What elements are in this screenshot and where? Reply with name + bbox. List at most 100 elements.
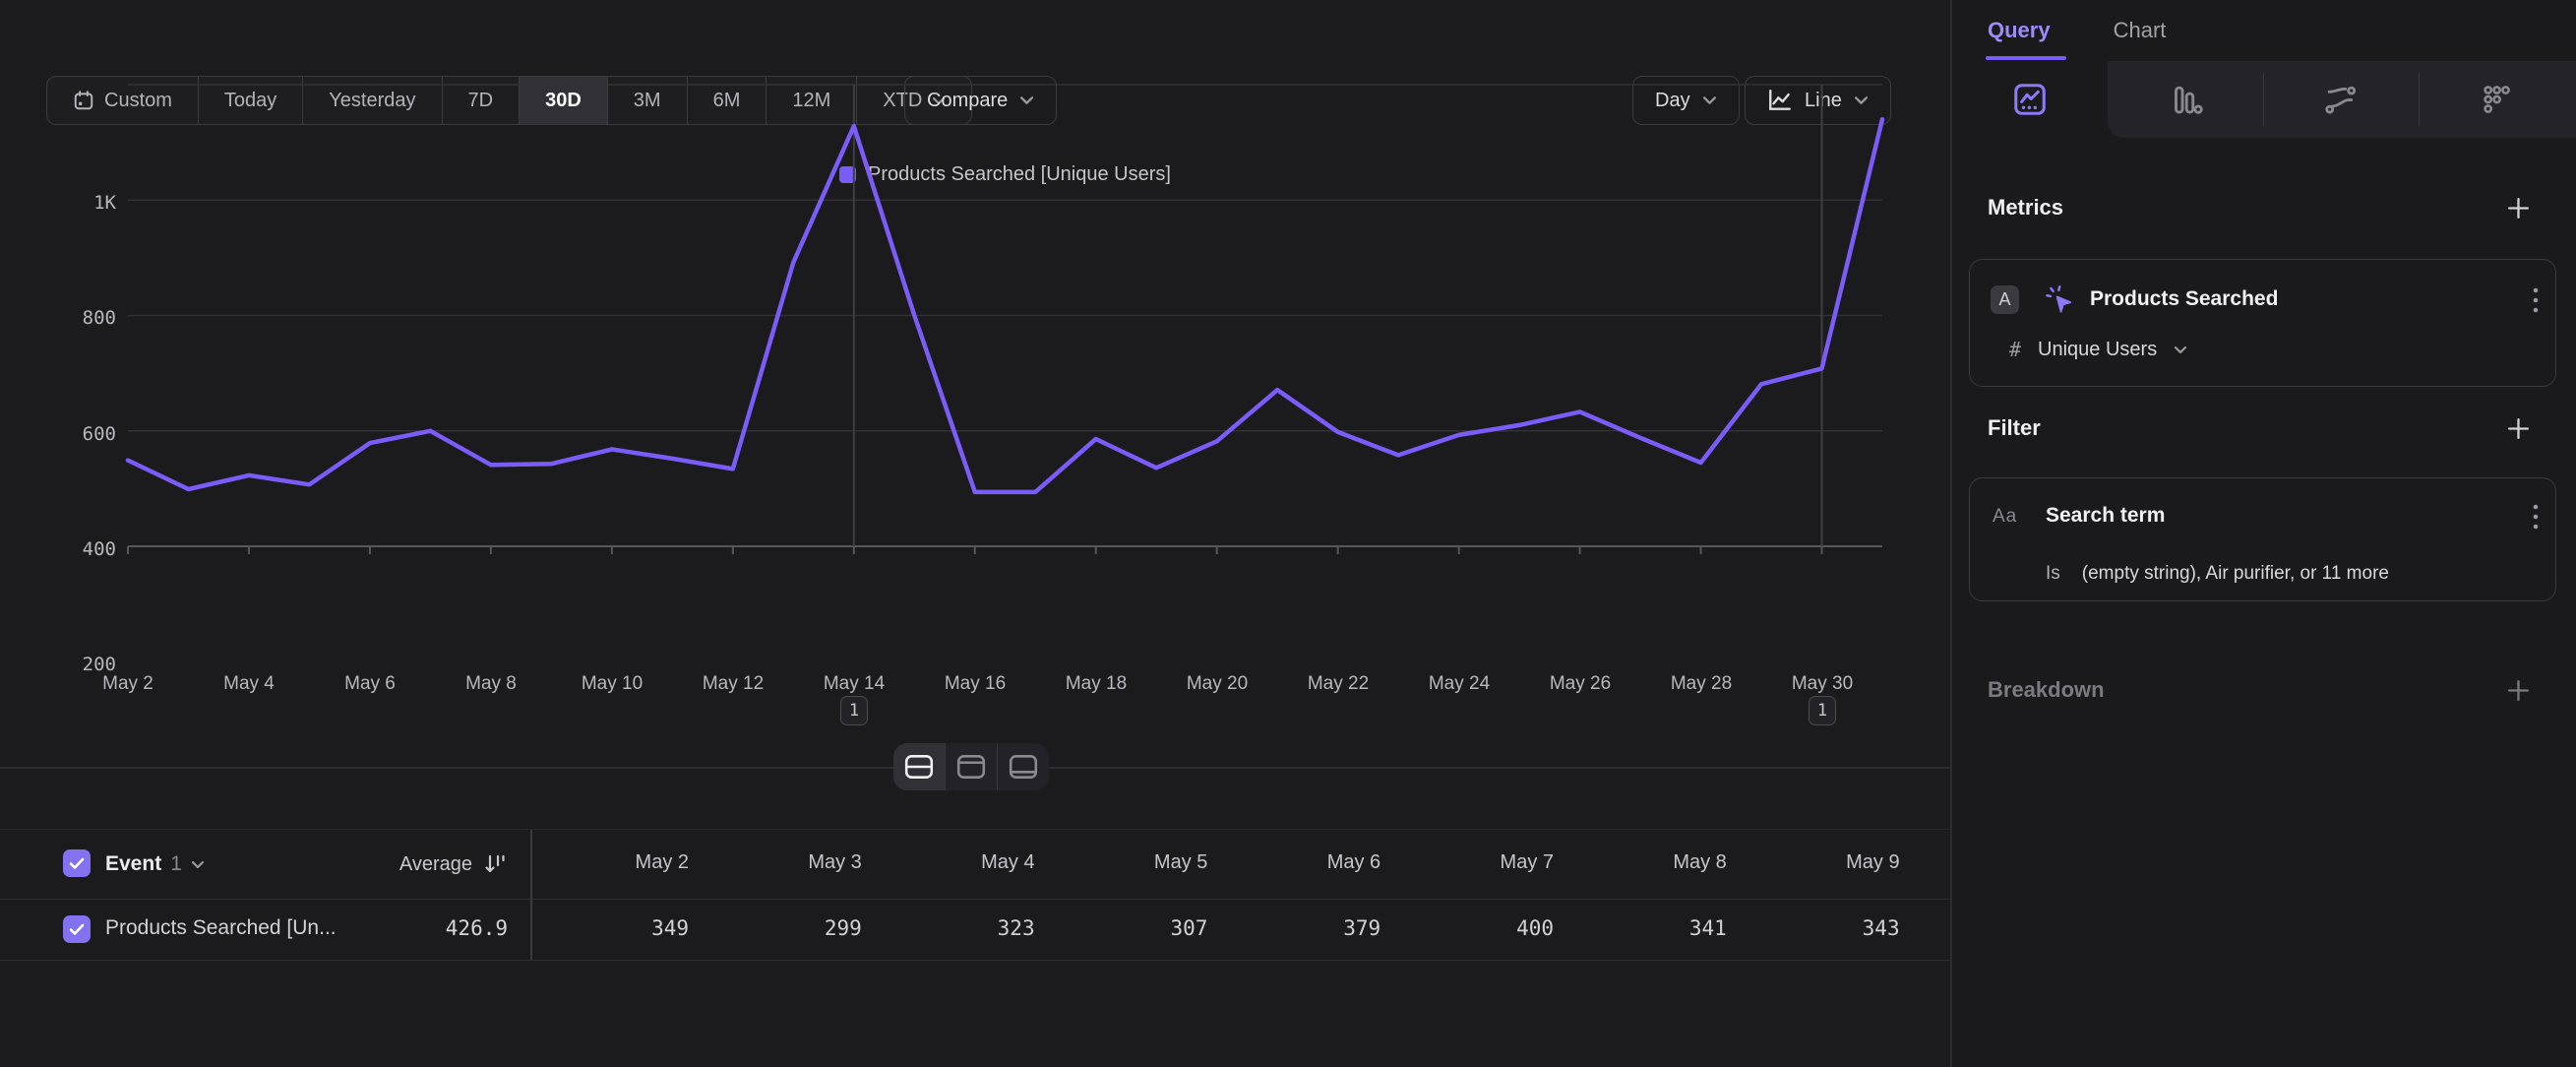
y-axis-label: 200 xyxy=(57,654,116,675)
layout-toggle-split-view[interactable] xyxy=(893,743,946,790)
filter-header: Filter xyxy=(1988,415,2041,441)
event-header-label: Event xyxy=(105,852,161,876)
chart-type-tab-insights-line[interactable] xyxy=(1952,61,2108,138)
main-panel: CustomTodayYesterday7D30D3M6M12MXTD Comp… xyxy=(0,0,1950,1067)
tab-strip-divider xyxy=(2263,73,2264,126)
add-filter-button[interactable] xyxy=(2503,413,2533,443)
chart-type-tab-flow[interactable] xyxy=(2263,61,2419,138)
metric-kebab-menu[interactable] xyxy=(2528,285,2544,315)
y-axis-label: 800 xyxy=(57,307,116,329)
layout-toggle-chart-only-view[interactable] xyxy=(946,743,998,790)
add-metric-button[interactable] xyxy=(2503,193,2533,222)
table-only-view-icon xyxy=(1008,753,1039,781)
table-date-header[interactable]: May 2 xyxy=(551,851,689,874)
table-top-border xyxy=(0,829,1950,830)
table-cell-value: 341 xyxy=(1589,916,1727,940)
retention-grid-icon xyxy=(2478,81,2515,118)
annotation-badge[interactable]: 1 xyxy=(840,696,868,725)
x-axis-label: May 10 xyxy=(553,673,671,695)
filter-value: (empty string), Air purifier, or 11 more xyxy=(2082,563,2389,585)
tab-strip-divider xyxy=(2419,73,2420,126)
event-pointer-icon xyxy=(2043,283,2078,319)
active-tab-underline xyxy=(1986,56,2066,60)
data-series-line[interactable] xyxy=(128,119,1882,492)
table-header-border xyxy=(0,899,1950,900)
x-axis-label: May 14 xyxy=(795,673,913,695)
filter-kebab-menu[interactable] xyxy=(2528,502,2544,532)
plus-icon xyxy=(2505,195,2532,221)
aggregation-type-icon: # xyxy=(2009,338,2021,361)
layout-toggle-group xyxy=(893,743,1049,790)
table-date-header[interactable]: May 7 xyxy=(1416,851,1554,874)
add-breakdown-button[interactable] xyxy=(2503,675,2533,705)
checkmark-icon xyxy=(69,857,85,870)
average-header-label: Average xyxy=(399,853,472,876)
x-axis-label: May 28 xyxy=(1642,673,1760,695)
x-axis-label: May 4 xyxy=(190,673,308,695)
x-axis-label: May 22 xyxy=(1279,673,1397,695)
metric-card[interactable]: A Products Searched # Unique Users xyxy=(1969,259,2556,387)
table-column-divider xyxy=(530,830,532,960)
event-header-checkbox[interactable] xyxy=(63,849,91,877)
chart-type-tab-strip xyxy=(1952,61,2576,138)
kebab-icon xyxy=(2533,286,2539,314)
chevron-down-icon xyxy=(191,860,205,869)
x-axis-label: May 30 xyxy=(1763,673,1881,695)
chevron-down-icon xyxy=(2174,345,2187,354)
event-count: 1 xyxy=(170,852,182,876)
event-column-header[interactable]: Event 1 xyxy=(105,850,205,878)
chart-type-tab-retention-grid[interactable] xyxy=(2419,61,2574,138)
y-axis-label: 400 xyxy=(57,538,116,560)
y-axis-label: 1K xyxy=(57,192,116,214)
table-cell-value: 307 xyxy=(1070,916,1207,940)
metrics-header: Metrics xyxy=(1988,195,2063,220)
table-cell-value: 299 xyxy=(724,916,862,940)
bar-chart-icon xyxy=(2167,81,2204,118)
y-axis-label: 600 xyxy=(57,423,116,445)
metric-event-name[interactable]: Products Searched xyxy=(2090,287,2278,311)
metric-series-letter: A xyxy=(1991,285,2019,314)
flow-icon xyxy=(2322,81,2360,118)
x-axis-label: May 8 xyxy=(432,673,550,695)
filter-condition[interactable]: Is (empty string), Air purifier, or 11 m… xyxy=(2046,563,2389,585)
x-axis-label: May 18 xyxy=(1037,673,1155,695)
x-axis-label: May 2 xyxy=(69,673,187,695)
filter-property-name[interactable]: Search term xyxy=(2046,504,2165,528)
tab-chart[interactable]: Chart xyxy=(2114,18,2167,43)
table-date-header[interactable]: May 3 xyxy=(724,851,862,874)
table-date-header[interactable]: May 6 xyxy=(1243,851,1380,874)
x-axis-label: May 12 xyxy=(674,673,792,695)
chart-type-tab-bar[interactable] xyxy=(2108,61,2263,138)
table-date-header[interactable]: May 4 xyxy=(897,851,1035,874)
chart-only-view-icon xyxy=(955,753,987,781)
x-axis-label: May 20 xyxy=(1158,673,1276,695)
filter-card[interactable]: Aa Search term Is (empty string), Air pu… xyxy=(1969,477,2556,601)
line-chart[interactable] xyxy=(0,0,1950,615)
sidebar-tabs: Query Chart xyxy=(1952,0,2576,61)
table-cell-value: 343 xyxy=(1762,916,1900,940)
kebab-icon xyxy=(2533,503,2539,531)
average-column-header[interactable]: Average xyxy=(311,850,508,878)
event-row-label[interactable]: Products Searched [Un... xyxy=(105,916,337,940)
insights-line-icon xyxy=(2011,81,2049,118)
checkmark-icon xyxy=(69,923,85,936)
table-date-header[interactable]: May 8 xyxy=(1589,851,1727,874)
sort-descending-icon xyxy=(482,853,508,875)
plus-icon xyxy=(2505,677,2532,704)
aggregation-label: Unique Users xyxy=(2038,339,2157,361)
table-cell-value: 349 xyxy=(551,916,689,940)
split-view-icon xyxy=(903,753,935,781)
event-row-average: 426.9 xyxy=(311,916,508,940)
event-row-checkbox[interactable] xyxy=(63,915,91,943)
table-row-border xyxy=(0,960,1950,961)
filter-operator: Is xyxy=(2046,563,2060,585)
layout-toggle-table-only-view[interactable] xyxy=(998,743,1049,790)
tab-query[interactable]: Query xyxy=(1988,18,2051,43)
table-cell-value: 323 xyxy=(897,916,1035,940)
aggregation-selector[interactable]: # Unique Users xyxy=(2009,338,2187,361)
breakdown-header: Breakdown xyxy=(1988,677,2105,703)
annotation-badge[interactable]: 1 xyxy=(1809,696,1836,725)
table-date-header[interactable]: May 9 xyxy=(1762,851,1900,874)
table-date-header[interactable]: May 5 xyxy=(1070,851,1207,874)
x-axis-label: May 6 xyxy=(311,673,429,695)
